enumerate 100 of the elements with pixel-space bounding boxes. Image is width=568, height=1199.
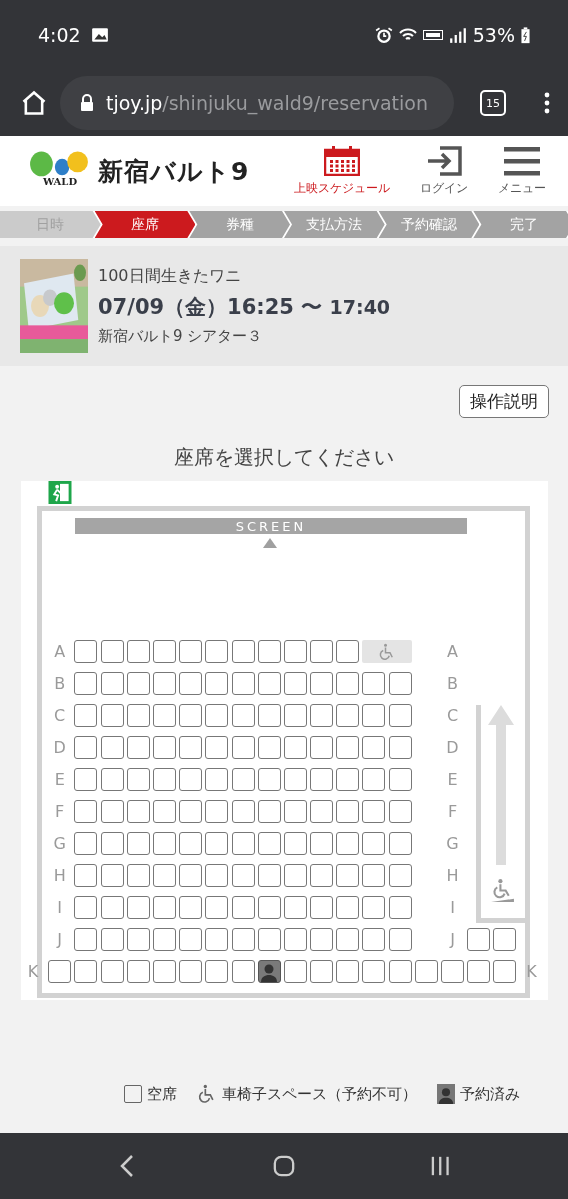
seat[interactable]: [362, 672, 386, 695]
seat[interactable]: [362, 864, 386, 887]
seat[interactable]: [126, 736, 150, 759]
seat[interactable]: [152, 640, 176, 663]
seat[interactable]: [179, 736, 203, 759]
seat[interactable]: [336, 928, 360, 951]
seat[interactable]: [231, 896, 255, 919]
seat[interactable]: [152, 768, 176, 791]
seat[interactable]: [74, 768, 98, 791]
seat[interactable]: [310, 928, 334, 951]
seat[interactable]: [152, 672, 176, 695]
seat[interactable]: [74, 864, 98, 887]
seat[interactable]: [126, 704, 150, 727]
seat[interactable]: [205, 672, 229, 695]
seat[interactable]: [283, 960, 307, 983]
seat[interactable]: [257, 864, 281, 887]
seat[interactable]: [179, 864, 203, 887]
seat[interactable]: [205, 928, 229, 951]
seat[interactable]: [467, 928, 491, 951]
seat[interactable]: [179, 672, 203, 695]
seat[interactable]: [283, 800, 307, 823]
seat[interactable]: [152, 960, 176, 983]
seat[interactable]: [100, 800, 124, 823]
home-button-icon[interactable]: [273, 1154, 295, 1178]
seat[interactable]: [362, 832, 386, 855]
seat[interactable]: [283, 736, 307, 759]
seat[interactable]: [205, 704, 229, 727]
help-button[interactable]: 操作説明: [459, 385, 549, 418]
seat[interactable]: [205, 800, 229, 823]
seat[interactable]: [388, 768, 412, 791]
seat[interactable]: [310, 672, 334, 695]
seat[interactable]: [283, 640, 307, 663]
seat[interactable]: [336, 832, 360, 855]
seat[interactable]: [179, 800, 203, 823]
seat[interactable]: [126, 768, 150, 791]
seat[interactable]: [336, 672, 360, 695]
seat[interactable]: [100, 736, 124, 759]
seat[interactable]: [74, 672, 98, 695]
seat[interactable]: [336, 704, 360, 727]
seat[interactable]: [414, 960, 438, 983]
seat[interactable]: [336, 960, 360, 983]
seat[interactable]: [231, 672, 255, 695]
seat[interactable]: [100, 928, 124, 951]
seat[interactable]: [231, 640, 255, 663]
seat[interactable]: [257, 704, 281, 727]
seat[interactable]: [152, 800, 176, 823]
seat[interactable]: [257, 928, 281, 951]
seat[interactable]: [310, 896, 334, 919]
seat[interactable]: [362, 704, 386, 727]
nav-link[interactable]: 上映スケジュール: [294, 145, 390, 197]
seat[interactable]: [126, 928, 150, 951]
seat[interactable]: [205, 896, 229, 919]
seat[interactable]: [126, 832, 150, 855]
seat[interactable]: [257, 832, 281, 855]
nav-link[interactable]: メニュー: [498, 145, 546, 197]
seat[interactable]: [362, 928, 386, 951]
seat[interactable]: [493, 928, 517, 951]
seat[interactable]: [493, 960, 517, 983]
seat[interactable]: [74, 960, 98, 983]
seat[interactable]: [126, 800, 150, 823]
seat[interactable]: [179, 704, 203, 727]
seat[interactable]: [126, 640, 150, 663]
seat[interactable]: [100, 672, 124, 695]
more-icon[interactable]: [544, 91, 550, 115]
seat[interactable]: [205, 768, 229, 791]
seat[interactable]: [336, 800, 360, 823]
seat[interactable]: [74, 704, 98, 727]
seat[interactable]: [283, 672, 307, 695]
seat[interactable]: [74, 928, 98, 951]
seat[interactable]: [48, 960, 72, 983]
seat[interactable]: [336, 736, 360, 759]
seat[interactable]: [100, 768, 124, 791]
nav-link[interactable]: ログイン: [420, 145, 468, 197]
seat[interactable]: [74, 736, 98, 759]
seat[interactable]: [100, 960, 124, 983]
seat[interactable]: [310, 736, 334, 759]
seat[interactable]: [441, 960, 464, 983]
seat[interactable]: [100, 864, 124, 887]
seat[interactable]: [388, 928, 412, 951]
seat[interactable]: [205, 832, 229, 855]
seat[interactable]: [388, 832, 412, 855]
seat[interactable]: [310, 832, 334, 855]
seat[interactable]: [100, 896, 124, 919]
seat[interactable]: [388, 864, 412, 887]
seat[interactable]: [100, 640, 124, 663]
seat[interactable]: [388, 960, 412, 983]
seat[interactable]: [205, 736, 229, 759]
seat[interactable]: [231, 832, 255, 855]
seat[interactable]: [100, 832, 124, 855]
seat[interactable]: [257, 800, 281, 823]
seat[interactable]: [362, 960, 386, 983]
seat[interactable]: [362, 800, 386, 823]
seat[interactable]: [257, 768, 281, 791]
seat[interactable]: [205, 640, 229, 663]
seat[interactable]: [126, 672, 150, 695]
seat[interactable]: [205, 960, 229, 983]
seat[interactable]: [126, 896, 150, 919]
seat[interactable]: [74, 832, 98, 855]
seat[interactable]: [152, 832, 176, 855]
seat[interactable]: [283, 768, 307, 791]
